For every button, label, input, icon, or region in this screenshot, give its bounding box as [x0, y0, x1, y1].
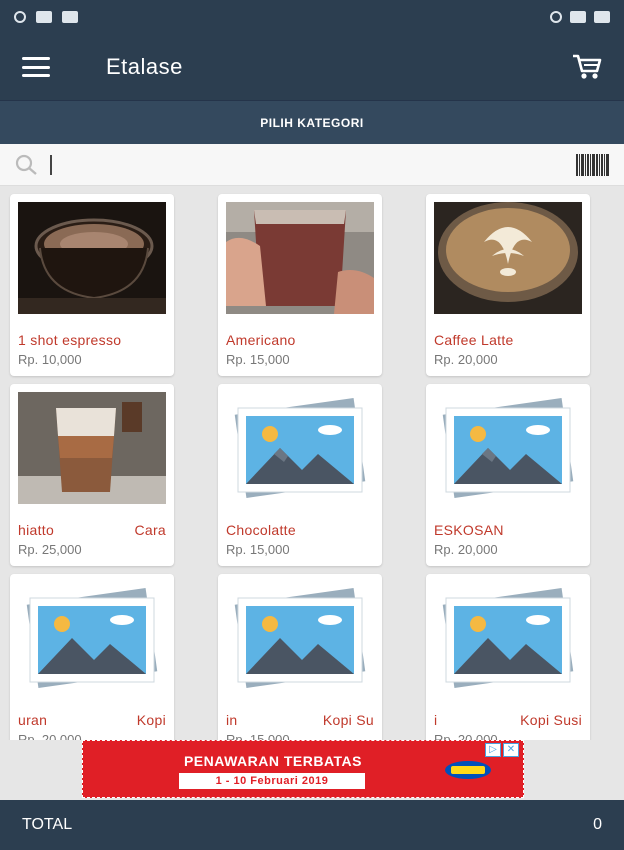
product-price: Rp. 15,000 — [226, 352, 290, 367]
total-label: TOTAL — [22, 816, 73, 833]
battery-icon — [594, 11, 610, 23]
app-bar: Etalase — [0, 34, 624, 100]
ad-title: PENAWARAN TERBATAS — [183, 753, 363, 769]
product-name: Caffee Latte — [434, 332, 514, 348]
product-name: Chocolatte — [226, 522, 296, 538]
brand-logo-icon — [445, 761, 491, 779]
product-price: Rp. 15,000 — [226, 732, 290, 740]
product-price: Rp. 25,000 — [18, 542, 82, 557]
product-price: Rp. 20,000 — [434, 352, 498, 367]
product-card[interactable]: uran Kopi Rp. 20,000 — [10, 574, 174, 740]
product-name: uran Kopi — [18, 712, 166, 728]
product-card[interactable]: Americano Rp. 15,000 — [218, 194, 382, 376]
total-value: 0 — [593, 816, 602, 833]
category-selector[interactable]: PILIH KATEGORI — [0, 100, 624, 144]
placeholder-image-icon — [434, 582, 582, 694]
product-card[interactable]: in Kopi Su Rp. 15,000 — [218, 574, 382, 740]
product-price: Rp. 20,000 — [434, 542, 498, 557]
product-card[interactable]: Chocolatte Rp. 15,000 — [218, 384, 382, 566]
product-name: in Kopi Su — [226, 712, 374, 728]
product-card[interactable]: ESKOSAN Rp. 20,000 — [426, 384, 590, 566]
product-price: Rp. 15,000 — [226, 542, 290, 557]
product-price: Rp. 10,000 — [18, 352, 82, 367]
latte-photo — [434, 202, 582, 314]
ad-info-icon[interactable]: ▷ — [485, 743, 501, 757]
product-grid: 1 shot espresso Rp. 10,000 Americano Rp.… — [0, 186, 624, 740]
cart-icon[interactable] — [572, 53, 602, 81]
product-name: Americano — [226, 332, 296, 348]
message-icon — [36, 11, 52, 23]
placeholder-image-icon — [434, 392, 582, 504]
close-icon[interactable]: ✕ — [503, 743, 519, 757]
page-title: Etalase — [106, 54, 183, 79]
search-icon — [15, 154, 37, 175]
total-bar[interactable]: TOTAL 0 — [0, 800, 624, 850]
macchiato-photo — [18, 392, 166, 504]
search-input[interactable] — [52, 149, 576, 180]
ad-banner[interactable]: PENAWARAN TERBATAS 1 - 10 Februari 2019 … — [82, 740, 524, 798]
espresso-photo — [18, 202, 166, 314]
product-card[interactable]: i Kopi Susi Rp. 20,000 — [426, 574, 590, 740]
placeholder-image-icon — [18, 582, 166, 694]
status-bar — [0, 0, 624, 34]
hamburger-menu-icon[interactable] — [22, 57, 50, 77]
product-card[interactable]: hiatto Cara Rp. 25,000 — [10, 384, 174, 566]
ad-controls: ▷ ✕ — [485, 743, 519, 757]
product-card[interactable]: Caffee Latte Rp. 20,000 — [426, 194, 590, 376]
americano-photo — [226, 202, 374, 314]
product-name: hiatto Cara — [18, 522, 166, 538]
signal-icon — [570, 11, 586, 23]
product-price: Rp. 20,000 — [18, 732, 82, 740]
product-card[interactable]: 1 shot espresso Rp. 10,000 — [10, 194, 174, 376]
notification-icon — [14, 11, 26, 23]
product-name: i Kopi Susi — [434, 712, 582, 728]
search-bar — [0, 144, 624, 186]
bluetooth-icon — [550, 11, 562, 23]
ad-date: 1 - 10 Februari 2019 — [179, 773, 365, 789]
barcode-scan-icon[interactable] — [576, 153, 610, 176]
placeholder-image-icon — [226, 392, 374, 504]
chat-icon — [62, 11, 78, 23]
product-price: Rp. 20,000 — [434, 732, 498, 740]
product-name: 1 shot espresso — [18, 332, 122, 348]
placeholder-image-icon — [226, 582, 374, 694]
product-name: ESKOSAN — [434, 522, 504, 538]
